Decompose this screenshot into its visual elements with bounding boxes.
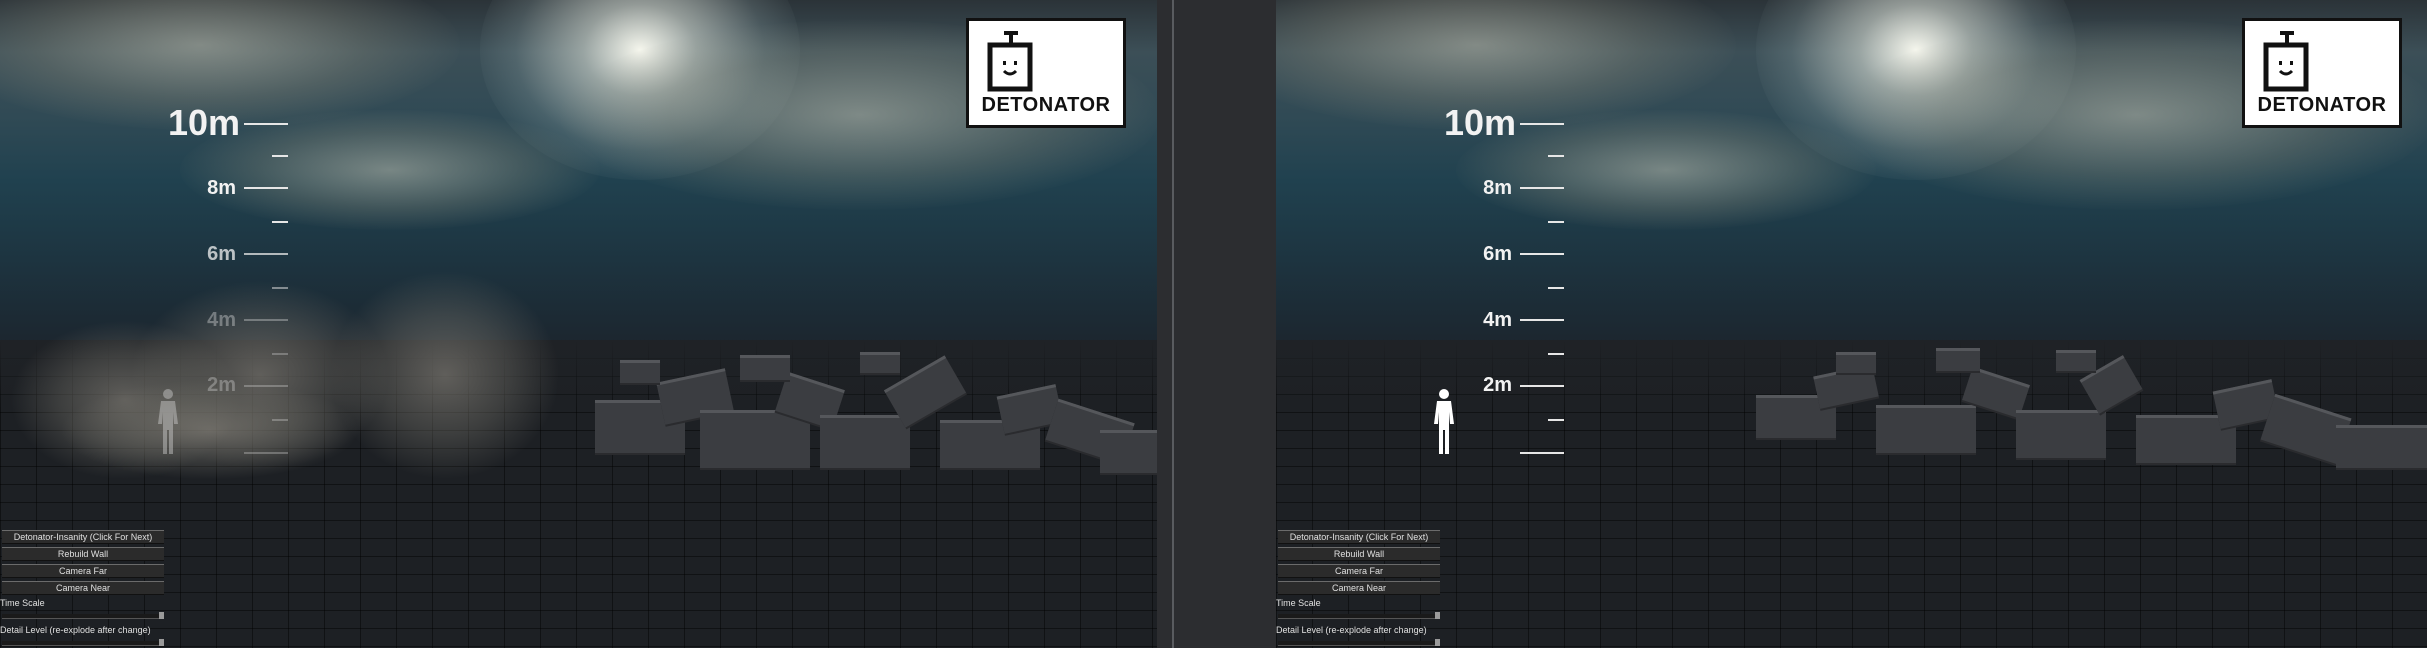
ruler-tick: [272, 419, 288, 421]
ruler-tick: [272, 287, 288, 289]
detonator-insanity-button[interactable]: Detonator-Insanity (Click For Next): [2, 530, 164, 544]
detonator-insanity-button[interactable]: Detonator-Insanity (Click For Next): [1278, 530, 1440, 544]
cloud: [1456, 110, 1876, 230]
ruler-tick: [244, 253, 288, 255]
ruler-tick: [1548, 287, 1564, 289]
ruler-tick: [1520, 385, 1564, 387]
ruler-tick: [1520, 187, 1564, 189]
ruler-tick: [272, 353, 288, 355]
ruler-label-6m: 6m: [207, 243, 236, 265]
ruler-tick: [244, 123, 288, 125]
rebuild-wall-button[interactable]: Rebuild Wall: [1278, 547, 1440, 561]
detonator-logo: DETONATOR: [2242, 18, 2402, 128]
time-scale-slider[interactable]: [1278, 612, 1440, 619]
detonator-box-icon: [987, 31, 1033, 92]
ruler-tick: [272, 155, 288, 157]
time-scale-slider[interactable]: [2, 612, 164, 619]
ruler-tick: [1548, 155, 1564, 157]
ruler-label-6m: 6m: [1483, 243, 1512, 265]
split-divider: [1157, 0, 1276, 648]
detail-level-slider[interactable]: [2, 639, 164, 646]
ruler-label-8m: 8m: [207, 177, 236, 199]
logo-text: DETONATOR: [2257, 94, 2387, 116]
detonator-box-icon: [2263, 31, 2309, 92]
ruler-tick: [1548, 221, 1564, 223]
game-viewport-left[interactable]: 10m 8m 6m 4m 2m DETONATOR Detonator-Insa…: [0, 0, 1157, 648]
ruler-tick: [1520, 123, 1564, 125]
ruler-tick: [244, 385, 288, 387]
detonator-logo: DETONATOR: [966, 18, 1126, 128]
slider-knob[interactable]: [159, 612, 164, 619]
camera-far-button[interactable]: Camera Far: [2, 564, 164, 578]
rebuild-wall-button[interactable]: Rebuild Wall: [2, 547, 164, 561]
ruler-label-10m: 10m: [1443, 102, 1516, 143]
ruler-tick: [1520, 319, 1564, 321]
camera-near-button[interactable]: Camera Near: [1278, 581, 1440, 595]
game-viewport-right[interactable]: 10m 8m 6m 4m 2m DETONATOR Detonator-Insa…: [1276, 0, 2427, 648]
time-scale-label: Time Scale: [0, 598, 45, 608]
slider-knob[interactable]: [159, 639, 164, 646]
ruler-tick: [244, 187, 288, 189]
person-silhouette-icon: [158, 389, 178, 454]
ruler-tick: [1548, 419, 1564, 421]
ruler-tick: [1520, 452, 1564, 454]
ruler-label-4m: 4m: [207, 309, 236, 331]
detail-level-label: Detail Level (re-explode after change): [1276, 625, 1427, 635]
ruler-tick: [1520, 253, 1564, 255]
camera-far-button[interactable]: Camera Far: [1278, 564, 1440, 578]
time-scale-label: Time Scale: [1276, 598, 1321, 608]
ruler-label-4m: 4m: [1483, 309, 1512, 331]
logo-text: DETONATOR: [981, 94, 1111, 116]
ruler-tick: [244, 319, 288, 321]
detail-level-slider[interactable]: [1278, 639, 1440, 646]
camera-near-button[interactable]: Camera Near: [2, 581, 164, 595]
slider-knob[interactable]: [1435, 639, 1440, 646]
person-silhouette-icon: [1434, 389, 1454, 454]
ruler-label-10m: 10m: [167, 102, 240, 143]
ruler-tick: [244, 452, 288, 454]
ruler-label-8m: 8m: [1483, 177, 1512, 199]
slider-knob[interactable]: [1435, 612, 1440, 619]
ruler-tick: [272, 221, 288, 223]
cloud: [180, 110, 600, 230]
ruler-tick: [1548, 353, 1564, 355]
detail-level-label: Detail Level (re-explode after change): [0, 625, 151, 635]
